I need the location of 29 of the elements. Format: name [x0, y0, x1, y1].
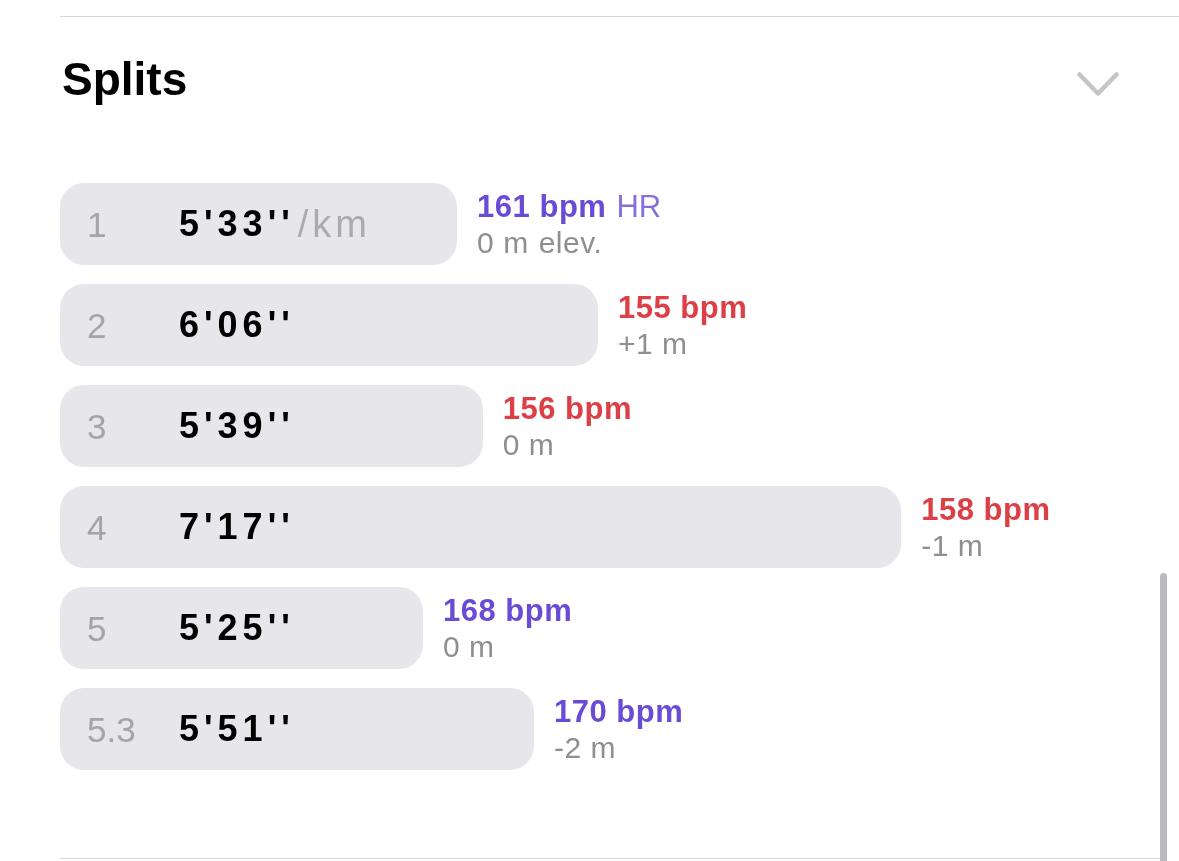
heart-rate-label: HR — [616, 188, 662, 226]
elevation: +1 m — [618, 327, 688, 361]
elevation: 0 m — [502, 428, 555, 462]
heart-rate: 155 bpm — [618, 289, 748, 327]
heart-rate: 168 bpm — [442, 592, 573, 630]
elevation: -1 m — [921, 529, 984, 563]
split-number: 5.3 — [87, 711, 137, 747]
elevation: 0 m — [477, 226, 529, 260]
heart-rate: 158 bpm — [921, 491, 1051, 529]
split-pace: 5'33'' — [179, 206, 295, 242]
split-number: 3 — [87, 408, 108, 444]
split-pace: 6'06'' — [179, 307, 295, 343]
chevron-down-icon[interactable] — [1077, 72, 1119, 96]
elevation: -2 m — [553, 731, 616, 765]
pace-unit: /km — [297, 205, 371, 243]
split-pace: 5'39'' — [179, 408, 295, 444]
split-pace: 5'25'' — [179, 610, 295, 646]
split-number: 1 — [87, 206, 108, 242]
split-pace: 5'51'' — [179, 711, 295, 747]
section-title: Splits — [62, 52, 188, 108]
split-number: 5 — [87, 610, 108, 646]
split-number: 4 — [87, 509, 108, 545]
heart-rate: 170 bpm — [553, 693, 684, 731]
split-pace: 7'17'' — [179, 509, 295, 545]
split-number: 2 — [87, 307, 108, 343]
elevation: 0 m — [442, 630, 495, 664]
heart-rate: 156 bpm — [502, 390, 632, 428]
heart-rate: 161 bpm — [477, 188, 607, 226]
elevation-label: elev. — [538, 226, 603, 260]
